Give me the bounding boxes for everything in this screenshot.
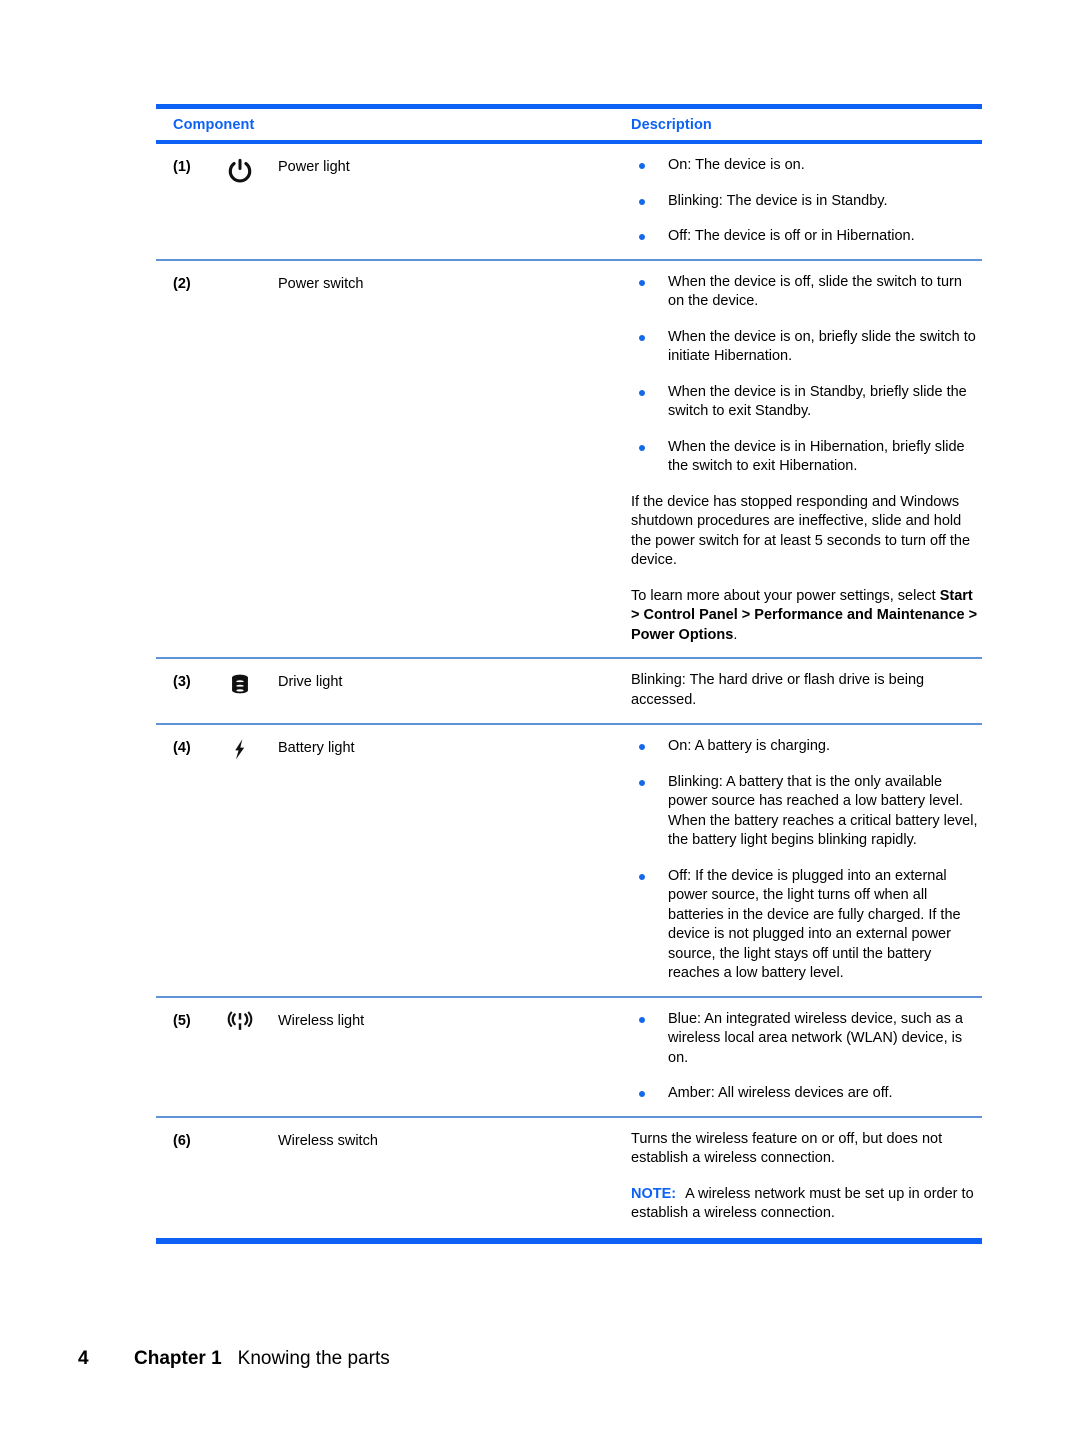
list-item: Blinking: The device is in Standby. (631, 192, 982, 212)
wireless-icon (204, 1010, 276, 1040)
description-paragraph: Turns the wireless feature on or off, bu… (631, 1130, 943, 1167)
list-item: Off: The device is off or in Hibernation… (631, 227, 982, 247)
note-label: NOTE: (631, 1185, 677, 1202)
description-bullet-list: On: A battery is charging. Blinking: A b… (631, 737, 982, 984)
component-label: Wireless light (278, 1012, 365, 1029)
row-number: (6) (173, 1132, 191, 1149)
page-footer: 4 Chapter 1 Knowing the parts (78, 1348, 390, 1370)
list-item: On: The device is on. (631, 156, 982, 176)
list-item: Blue: An integrated wireless device, suc… (631, 1010, 982, 1069)
paragraph-lead-text: To learn more about your power settings,… (631, 587, 940, 604)
table-row: (3) Drive light Blinking: The hard drive… (156, 659, 982, 723)
table-row: (2) Power switch When the device is off,… (156, 261, 982, 658)
column-header-component: Component (173, 116, 255, 133)
note-text: A wireless network must be set up in ord… (631, 1185, 974, 1222)
row-number: (5) (173, 1012, 191, 1029)
list-item: When the device is in Hibernation, brief… (631, 438, 982, 477)
footer-chapter: Chapter 1 (134, 1348, 222, 1369)
hard-drive-icon (204, 671, 276, 701)
description-bullet-list: When the device is off, slide the switch… (631, 273, 982, 477)
component-description: On: A battery is charging. Blinking: A b… (626, 737, 982, 984)
description-bullet-list: On: The device is on. Blinking: The devi… (631, 156, 982, 247)
row-number: (2) (173, 275, 191, 292)
list-item: Blinking: A battery that is the only ava… (631, 773, 982, 851)
component-label: Wireless switch (278, 1132, 378, 1149)
list-item: When the device is in Standby, briefly s… (631, 383, 982, 422)
table-row: (6) Wireless switch Turns the wireless f… (156, 1118, 982, 1236)
component-label: Battery light (278, 740, 355, 756)
component-description: Blinking: The hard drive or flash drive … (626, 671, 982, 710)
row-number: (4) (173, 740, 191, 756)
description-paragraph: If the device has stopped responding and… (631, 493, 971, 569)
table-row: (1) Power light On: The device is on. Bl… (156, 144, 982, 259)
note-block: NOTE: A wireless network must be set up i… (631, 1185, 982, 1224)
row-number: (1) (173, 159, 191, 175)
row-number: (3) (173, 674, 191, 690)
component-description: When the device is off, slide the switch… (626, 273, 982, 646)
list-item: Off: If the device is plugged into an ex… (631, 867, 982, 984)
table-header-row: Component Description (156, 109, 982, 140)
component-description: Turns the wireless feature on or off, bu… (626, 1130, 982, 1224)
footer-page-number: 4 (78, 1348, 89, 1369)
table-row: (4) Battery light On: A battery is charg… (156, 725, 982, 996)
lightning-bolt-icon (204, 737, 276, 767)
component-description-table: Component Description (1) Power light On… (156, 104, 982, 1244)
component-label: Drive light (278, 674, 343, 690)
list-item: When the device is off, slide the switch… (631, 273, 982, 312)
description-bullet-list: Blue: An integrated wireless device, suc… (631, 1010, 982, 1104)
column-header-description: Description (631, 116, 712, 133)
document-page: Component Description (1) Power light On… (0, 0, 1080, 1437)
list-item: Amber: All wireless devices are off. (631, 1084, 982, 1104)
paragraph-period: . (733, 626, 738, 643)
description-paragraph-with-path: To learn more about your power settings,… (631, 587, 982, 646)
power-icon (204, 156, 276, 186)
component-description: On: The device is on. Blinking: The devi… (626, 156, 982, 247)
footer-chapter-title: Knowing the parts (237, 1348, 390, 1369)
component-label: Power light (278, 159, 350, 175)
list-item: When the device is on, briefly slide the… (631, 328, 982, 367)
list-item: On: A battery is charging. (631, 737, 982, 757)
component-description: Blue: An integrated wireless device, suc… (626, 1010, 982, 1104)
table-bottom-rule (156, 1237, 982, 1244)
table-row: (5) Wireless light Blue: An integrated w… (156, 998, 982, 1116)
component-label: Power switch (278, 275, 364, 292)
description-paragraph: Blinking: The hard drive or flash drive … (631, 672, 925, 708)
